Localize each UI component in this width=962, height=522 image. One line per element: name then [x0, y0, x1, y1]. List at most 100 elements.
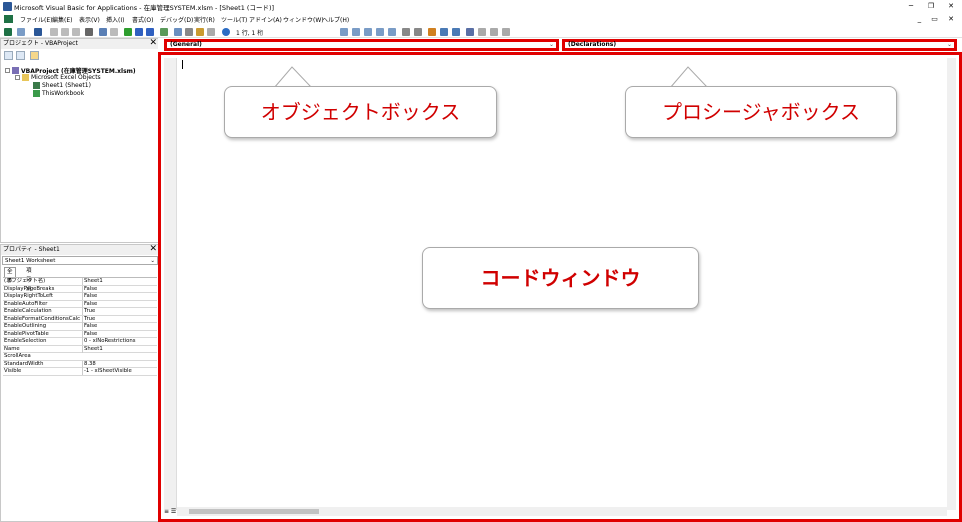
- next-bookmark-icon[interactable]: [478, 28, 486, 36]
- find-icon[interactable]: [85, 28, 93, 36]
- view-object-icon[interactable]: [16, 51, 25, 60]
- view-mode-buttons[interactable]: ≡ ☰: [164, 507, 177, 516]
- properties-window-icon[interactable]: [185, 28, 193, 36]
- menu-insert[interactable]: 挿入(I): [106, 15, 124, 24]
- menu-run[interactable]: 実行(R): [194, 15, 215, 24]
- comment-block-icon[interactable]: [440, 28, 448, 36]
- outdent-icon[interactable]: [414, 28, 422, 36]
- toolbox-icon[interactable]: [207, 28, 215, 36]
- menu-bar: ファイル(E) 編集(E) 表示(V) 挿入(I) 書式(O) デバッグ(D) …: [0, 13, 962, 26]
- break-icon[interactable]: [135, 28, 143, 36]
- minimize-button[interactable]: ─: [904, 1, 918, 12]
- property-row[interactable]: (オブジェクト名) Sheet1: [3, 278, 157, 286]
- clear-bookmarks-icon[interactable]: [502, 28, 510, 36]
- menu-addins[interactable]: アドイン(A): [249, 15, 282, 24]
- undo-icon[interactable]: [99, 28, 107, 36]
- property-value[interactable]: False: [82, 285, 97, 293]
- toggle-folders-icon[interactable]: [30, 51, 39, 60]
- cut-icon[interactable]: [50, 28, 58, 36]
- tab-categorized[interactable]: 項目別: [24, 267, 34, 292]
- previous-bookmark-icon[interactable]: [490, 28, 498, 36]
- toggle-bookmark-icon[interactable]: [466, 28, 474, 36]
- menu-tools[interactable]: ツール(T): [221, 15, 247, 24]
- collapse-icon[interactable]: [5, 68, 10, 73]
- property-row[interactable]: StandardWidth 8.38: [3, 360, 157, 368]
- toggle-breakpoint-icon[interactable]: [428, 28, 436, 36]
- property-row[interactable]: EnableSelection 0 - xlNoRestrictions: [3, 338, 157, 346]
- property-value[interactable]: False: [82, 330, 97, 338]
- procedure-box[interactable]: (Declarations) ⌄: [562, 39, 957, 51]
- tab-alphabetic[interactable]: 全体: [4, 267, 16, 284]
- property-row[interactable]: EnableOutlining False: [3, 323, 157, 331]
- tree-item-thisworkbook[interactable]: ThisWorkbook: [33, 90, 84, 97]
- object-selector[interactable]: Sheet1 Worksheet ⌄: [2, 256, 158, 265]
- property-value[interactable]: True: [82, 315, 95, 323]
- run-icon[interactable]: [124, 28, 132, 36]
- properties-close-button[interactable]: ✕: [149, 244, 157, 254]
- menu-format[interactable]: 書式(O): [132, 15, 153, 24]
- property-row[interactable]: DisplayRightToLeft False: [3, 293, 157, 301]
- property-value[interactable]: True: [82, 308, 95, 315]
- folder-icon: [22, 74, 29, 81]
- property-value[interactable]: False: [82, 323, 97, 330]
- property-name: EnableSelection: [4, 338, 47, 344]
- property-value[interactable]: False: [82, 300, 97, 308]
- excel-icon[interactable]: [4, 15, 13, 23]
- mdi-window-buttons[interactable]: _ ▭ ✕: [918, 15, 958, 23]
- collapse-icon[interactable]: [15, 75, 20, 80]
- vertical-scrollbar[interactable]: [947, 58, 956, 510]
- property-row[interactable]: ScrollArea: [3, 353, 157, 361]
- tree-item-sheet1[interactable]: Sheet1 (Sheet1): [33, 82, 91, 89]
- view-excel-icon[interactable]: [4, 28, 12, 36]
- menu-edit[interactable]: 編集(E): [52, 15, 72, 24]
- save-icon[interactable]: [34, 28, 42, 36]
- copy-icon[interactable]: [61, 28, 69, 36]
- property-value[interactable]: 0 - xlNoRestrictions: [82, 338, 135, 345]
- redo-icon[interactable]: [110, 28, 118, 36]
- list-constants-icon[interactable]: [352, 28, 360, 36]
- object-browser-icon[interactable]: [196, 28, 204, 36]
- chevron-down-icon: ⌄: [946, 41, 952, 48]
- menu-help[interactable]: ヘルプ(H): [322, 15, 349, 24]
- project-explorer-close-button[interactable]: ✕: [149, 38, 157, 48]
- property-value[interactable]: Sheet1: [82, 345, 103, 353]
- horizontal-scrollbar[interactable]: [177, 507, 947, 516]
- horizontal-scroll-thumb[interactable]: [189, 509, 319, 514]
- reset-icon[interactable]: [146, 28, 154, 36]
- menu-window[interactable]: ウィンドウ(W): [283, 15, 324, 24]
- property-value[interactable]: 8.38: [82, 360, 96, 368]
- view-code-icon[interactable]: [4, 51, 13, 60]
- object-selector-value: Sheet1 Worksheet: [5, 258, 56, 264]
- property-row[interactable]: EnablePivotTable False: [3, 330, 157, 338]
- property-value[interactable]: -1 - xlSheetVisible: [82, 368, 132, 375]
- property-row[interactable]: EnableFormatConditionsCalcu True: [3, 315, 157, 323]
- paste-icon[interactable]: [72, 28, 80, 36]
- property-row[interactable]: Visible -1 - xlSheetVisible: [3, 368, 157, 376]
- close-button[interactable]: ✕: [944, 1, 958, 12]
- design-mode-icon[interactable]: [160, 28, 168, 36]
- restore-button[interactable]: ❐: [924, 1, 938, 12]
- indent-icon[interactable]: [402, 28, 410, 36]
- property-row[interactable]: DisplayPageBreaks False: [3, 285, 157, 293]
- complete-word-icon[interactable]: [388, 28, 396, 36]
- object-box[interactable]: (General) ⌄: [164, 39, 559, 51]
- project-explorer-icon[interactable]: [174, 28, 182, 36]
- property-name: Name: [4, 345, 20, 352]
- menu-file[interactable]: ファイル(E): [20, 15, 52, 24]
- quick-info-icon[interactable]: [364, 28, 372, 36]
- menu-debug[interactable]: デバッグ(D): [160, 15, 193, 24]
- margin-indicator-bar[interactable]: [164, 58, 177, 510]
- help-icon[interactable]: [222, 28, 230, 36]
- property-row[interactable]: Name Sheet1: [3, 345, 157, 353]
- property-row[interactable]: EnableCalculation True: [3, 308, 157, 316]
- property-value[interactable]: False: [82, 293, 97, 300]
- property-row[interactable]: EnableAutoFilter False: [3, 300, 157, 308]
- tree-item-excel-objects[interactable]: Microsoft Excel Objects: [15, 74, 101, 81]
- list-properties-icon[interactable]: [340, 28, 348, 36]
- property-value[interactable]: Sheet1: [82, 278, 103, 285]
- uncomment-block-icon[interactable]: [452, 28, 460, 36]
- menu-view[interactable]: 表示(V): [79, 15, 100, 24]
- parameter-info-icon[interactable]: [376, 28, 384, 36]
- insert-userform-icon[interactable]: [17, 28, 25, 36]
- text-caret: [182, 60, 183, 69]
